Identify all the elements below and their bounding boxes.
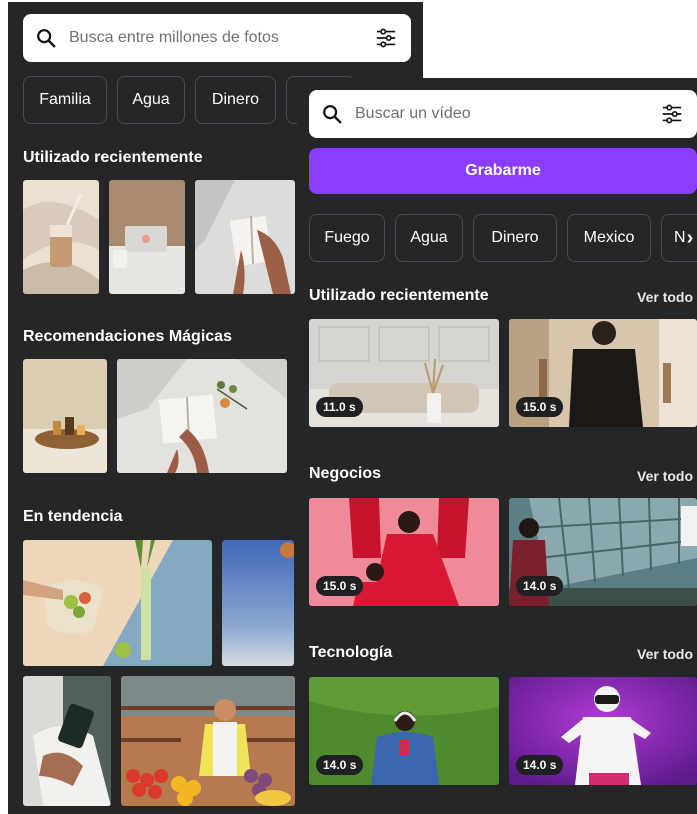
- duration-badge: 15.0 s: [516, 397, 564, 417]
- filter-icon[interactable]: [661, 103, 683, 125]
- chip-agua[interactable]: Agua: [117, 76, 185, 124]
- chip-mexico[interactable]: Mexico: [567, 214, 651, 262]
- photo-section-trending: En tendencia: [23, 508, 123, 525]
- video-section-tech: Tecnología: [309, 644, 393, 661]
- search-icon: [323, 105, 342, 124]
- video-search-placeholder: Buscar un vídeo: [355, 105, 471, 122]
- video-living-room[interactable]: 11.0 s: [309, 319, 499, 427]
- record-myself-button[interactable]: Grabarme: [309, 148, 697, 194]
- search-icon: [37, 29, 56, 48]
- photo-laptop[interactable]: [109, 180, 185, 294]
- chip-fuego[interactable]: Fuego: [309, 214, 385, 262]
- video-red-team[interactable]: 15.0 s: [309, 498, 499, 606]
- chip-partial-label: N: [674, 229, 686, 246]
- duration-badge: 11.0 s: [316, 397, 363, 417]
- video-vr-purple[interactable]: 14.0 s: [509, 677, 697, 785]
- chip-dinero[interactable]: Dinero: [195, 76, 276, 124]
- photo-phone-hands[interactable]: [23, 676, 111, 806]
- photo-vegetables-bag[interactable]: [23, 540, 212, 666]
- video-grass-headphones[interactable]: 14.0 s: [309, 677, 499, 785]
- photo-book-hands[interactable]: [195, 180, 295, 294]
- chip-familia[interactable]: Familia: [23, 76, 107, 124]
- photo-latte[interactable]: [23, 180, 99, 294]
- video-section-business: Negocios: [309, 465, 382, 482]
- duration-badge: 14.0 s: [516, 755, 564, 775]
- chip-partial[interactable]: N ›: [661, 214, 697, 262]
- see-all-tech-link[interactable]: Ver todo: [637, 646, 693, 662]
- chip-agua[interactable]: Agua: [395, 214, 463, 262]
- duration-badge: 14.0 s: [516, 576, 564, 596]
- photo-blue-gradient[interactable]: [222, 540, 294, 666]
- duration-badge: 15.0 s: [316, 576, 364, 596]
- see-all-business-link[interactable]: Ver todo: [637, 468, 693, 484]
- video-section-recent: Utilizado recientemente: [309, 287, 489, 304]
- chip-dinero[interactable]: Dinero: [473, 214, 557, 262]
- photo-section-recent: Utilizado recientemente: [23, 149, 203, 166]
- filter-icon[interactable]: [375, 27, 397, 49]
- photo-search-bar[interactable]: Busca entre millones de fotos: [23, 14, 411, 62]
- see-all-recent-link[interactable]: Ver todo: [637, 289, 693, 305]
- photo-book-plant[interactable]: [117, 359, 287, 473]
- duration-badge: 14.0 s: [316, 755, 364, 775]
- video-search-bar[interactable]: Buscar un vídeo: [309, 90, 697, 138]
- photo-candles[interactable]: [23, 359, 107, 473]
- video-man-suit[interactable]: 15.0 s: [509, 319, 697, 427]
- video-glass-building[interactable]: 14.0 s: [509, 498, 697, 606]
- photo-fruit-vendor[interactable]: [121, 676, 295, 806]
- chevron-right-icon[interactable]: ›: [687, 227, 694, 250]
- videos-panel: Buscar un vídeo Grabarme Fuego Agua Dine…: [297, 78, 697, 814]
- photo-section-magic: Recomendaciones Mágicas: [23, 328, 232, 345]
- photo-search-placeholder: Busca entre millones de fotos: [69, 29, 279, 46]
